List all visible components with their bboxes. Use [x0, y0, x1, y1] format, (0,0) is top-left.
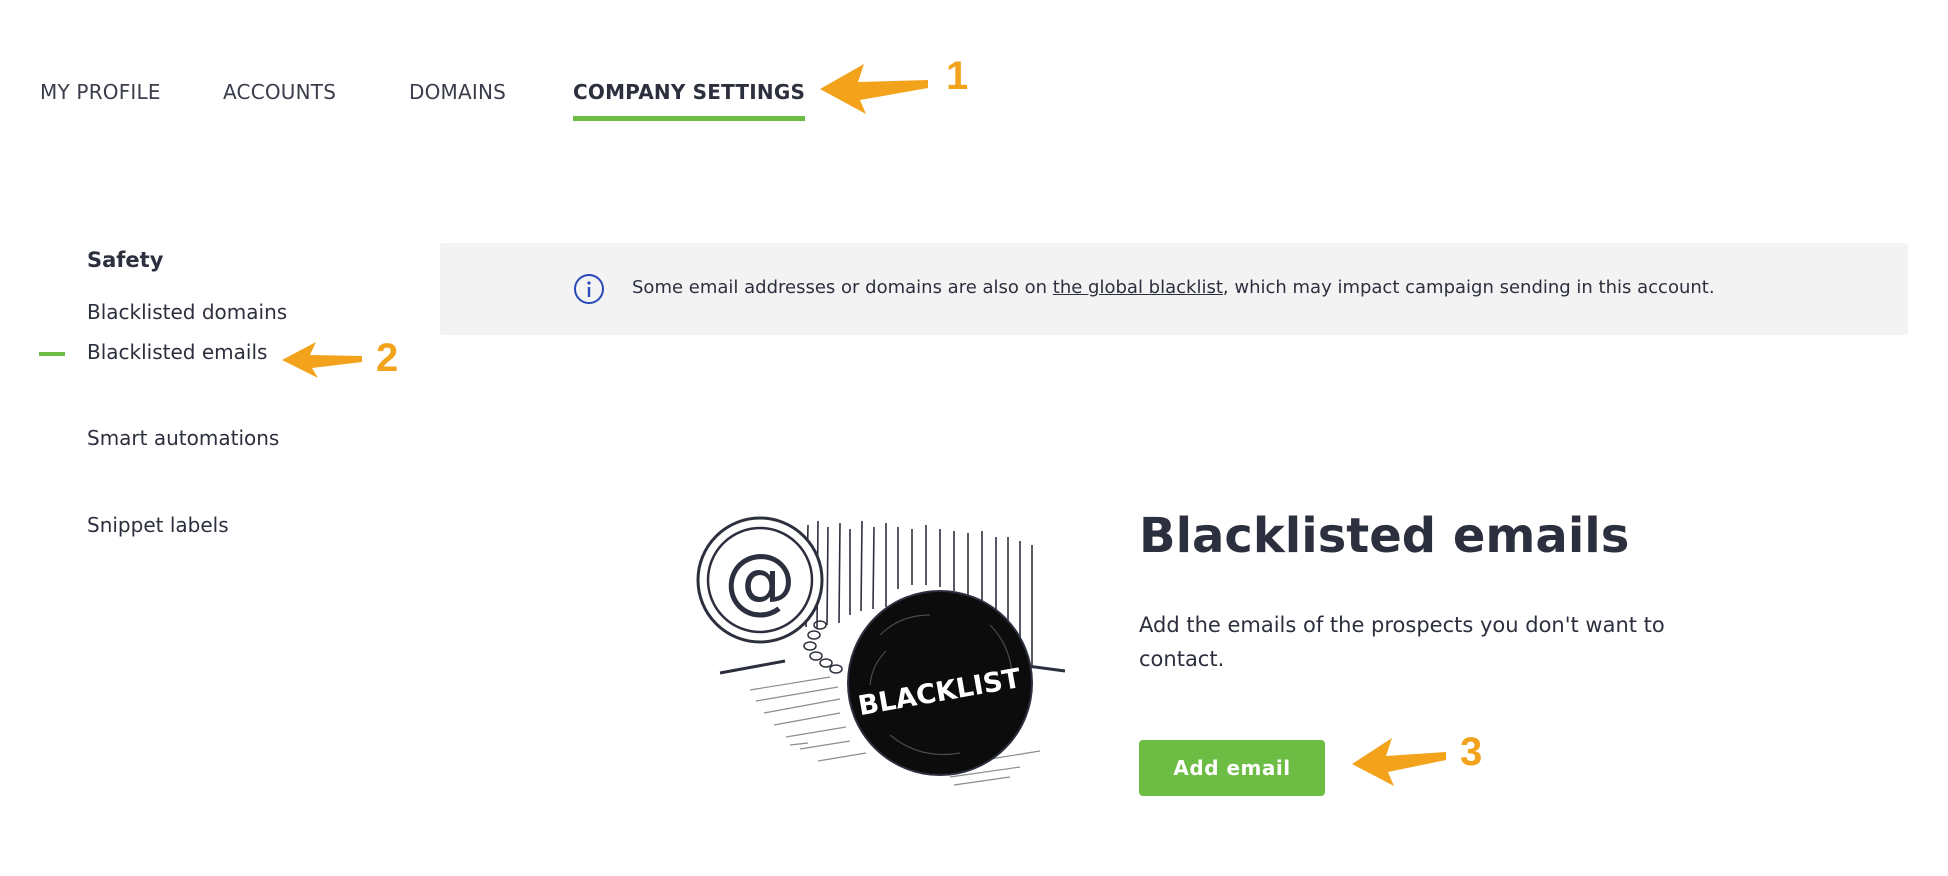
- page-title: Blacklisted emails: [1139, 508, 1630, 564]
- global-blacklist-banner: Some email addresses or domains are also…: [440, 243, 1908, 335]
- sidebar-item-snippet-labels[interactable]: Snippet labels: [87, 513, 229, 537]
- sidebar-item-blacklisted-domains[interactable]: Blacklisted domains: [87, 300, 287, 324]
- sidebar-heading-safety: Safety: [87, 248, 164, 272]
- tab-company-settings-label: COMPANY SETTINGS: [573, 80, 806, 104]
- at-symbol-icon: @: [724, 538, 796, 622]
- sidebar-item-smart-automations[interactable]: Smart automations: [87, 426, 279, 450]
- add-email-button[interactable]: Add email: [1139, 740, 1325, 796]
- banner-text-before: Some email addresses or domains are also…: [632, 277, 1053, 298]
- banner-message: Some email addresses or domains are also…: [632, 277, 1715, 298]
- info-icon: [574, 274, 604, 304]
- tab-accounts[interactable]: ACCOUNTS: [223, 80, 336, 104]
- blacklist-illustration: @ BLACKLIST: [696, 516, 1066, 786]
- annotation-arrow-3-icon: [1352, 738, 1446, 786]
- tab-domains[interactable]: DOMAINS: [409, 80, 506, 104]
- empty-state-description: Add the emails of the prospects you don'…: [1139, 613, 1665, 671]
- active-tab-underline: [573, 116, 806, 121]
- annotation-number-1: 1: [946, 54, 969, 98]
- tab-company-settings[interactable]: COMPANY SETTINGS: [573, 80, 806, 121]
- annotation-arrow-2-icon: [282, 342, 362, 378]
- annotation-number-3: 3: [1460, 730, 1483, 774]
- active-sidebar-marker: [39, 352, 65, 356]
- sidebar-item-blacklisted-emails[interactable]: Blacklisted emails: [87, 340, 267, 364]
- banner-text-after: , which may impact campaign sending in t…: [1222, 277, 1715, 298]
- tab-my-profile[interactable]: MY PROFILE: [40, 80, 161, 104]
- annotation-arrow-1-icon: [820, 64, 928, 114]
- annotation-number-2: 2: [376, 336, 399, 380]
- global-blacklist-link[interactable]: the global blacklist: [1053, 277, 1223, 298]
